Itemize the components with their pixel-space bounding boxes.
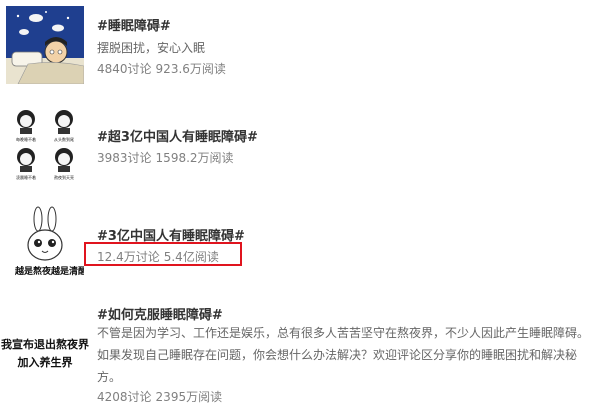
- topic-stats: 4208讨论 2395万阅读: [97, 388, 222, 405]
- topic-item[interactable]: 每晚睡不着 从头数到尾 凌晨睡不着 熬夜到天亮 #超3亿中国人有睡眠障碍# 39…: [0, 100, 597, 195]
- topic-description: 摆脱困扰，安心入眠: [97, 41, 206, 55]
- discussion-count: 4840讨论: [97, 62, 152, 76]
- topic-item[interactable]: #睡眠障碍# 摆脱困扰，安心入眠 4840讨论 923.6万阅读: [0, 0, 597, 95]
- topic-thumbnail[interactable]: 每晚睡不着 从头数到尾 凌晨睡不着 熬夜到天亮: [6, 105, 84, 183]
- read-count: 1598.2万阅读: [155, 151, 234, 165]
- meme-caption: 从头数到尾: [54, 136, 74, 142]
- topic-description: 不管是因为学习、工作还是娱乐，总有很多人苦苦坚守在熬夜界，不少人因此产生睡眠障碍…: [97, 322, 589, 388]
- thumbnail-caption: 加入养生界: [17, 356, 73, 369]
- description-line: 如果发现自己睡眠存在问题，你会想什么办法解决？欢迎评论区分享你的睡眠困扰和解决秘: [97, 348, 578, 362]
- meme-caption: 凌晨睡不着: [16, 174, 36, 180]
- meme-grid-illustration: 每晚睡不着 从头数到尾 凌晨睡不着 熬夜到天亮: [16, 110, 74, 180]
- topic-item[interactable]: 我宣布退出熬夜界 加入养生界 #如何克服睡眠障碍# 不管是因为学习、工作还是娱乐…: [0, 300, 597, 406]
- read-count: 2395万阅读: [155, 390, 223, 404]
- topic-thumbnail[interactable]: 越是熬夜越是清醒: [6, 205, 84, 283]
- topic-thumbnail[interactable]: 我宣布退出熬夜界 加入养生界: [0, 320, 90, 380]
- meme-caption: 熬夜到天亮: [54, 174, 74, 180]
- topic-title[interactable]: #睡眠障碍#: [97, 15, 171, 34]
- topic-title[interactable]: #如何克服睡眠障碍#: [97, 304, 223, 323]
- discussion-count: 3983讨论: [97, 151, 152, 165]
- highlight-annotation-box: [84, 242, 242, 266]
- topic-thumbnail[interactable]: [6, 6, 84, 84]
- topic-stats: 4840讨论 923.6万阅读: [97, 60, 226, 77]
- topic-stats: 3983讨论 1598.2万阅读: [97, 149, 234, 166]
- description-line: 方。: [97, 370, 122, 384]
- discussion-count: 4208讨论: [97, 390, 152, 404]
- sleepless-man-illustration: [6, 6, 84, 84]
- read-count: 923.6万阅读: [155, 62, 226, 76]
- thumbnail-caption: 越是熬夜越是清醒: [14, 267, 84, 277]
- thumbnail-caption: 我宣布退出熬夜界: [1, 338, 89, 351]
- description-line: 不管是因为学习、工作还是娱乐，总有很多人苦苦坚守在熬夜界，不少人因此产生睡眠障碍…: [97, 326, 590, 340]
- meme-caption: 每晚睡不着: [16, 136, 36, 142]
- topic-title[interactable]: #超3亿中国人有睡眠障碍#: [97, 126, 258, 145]
